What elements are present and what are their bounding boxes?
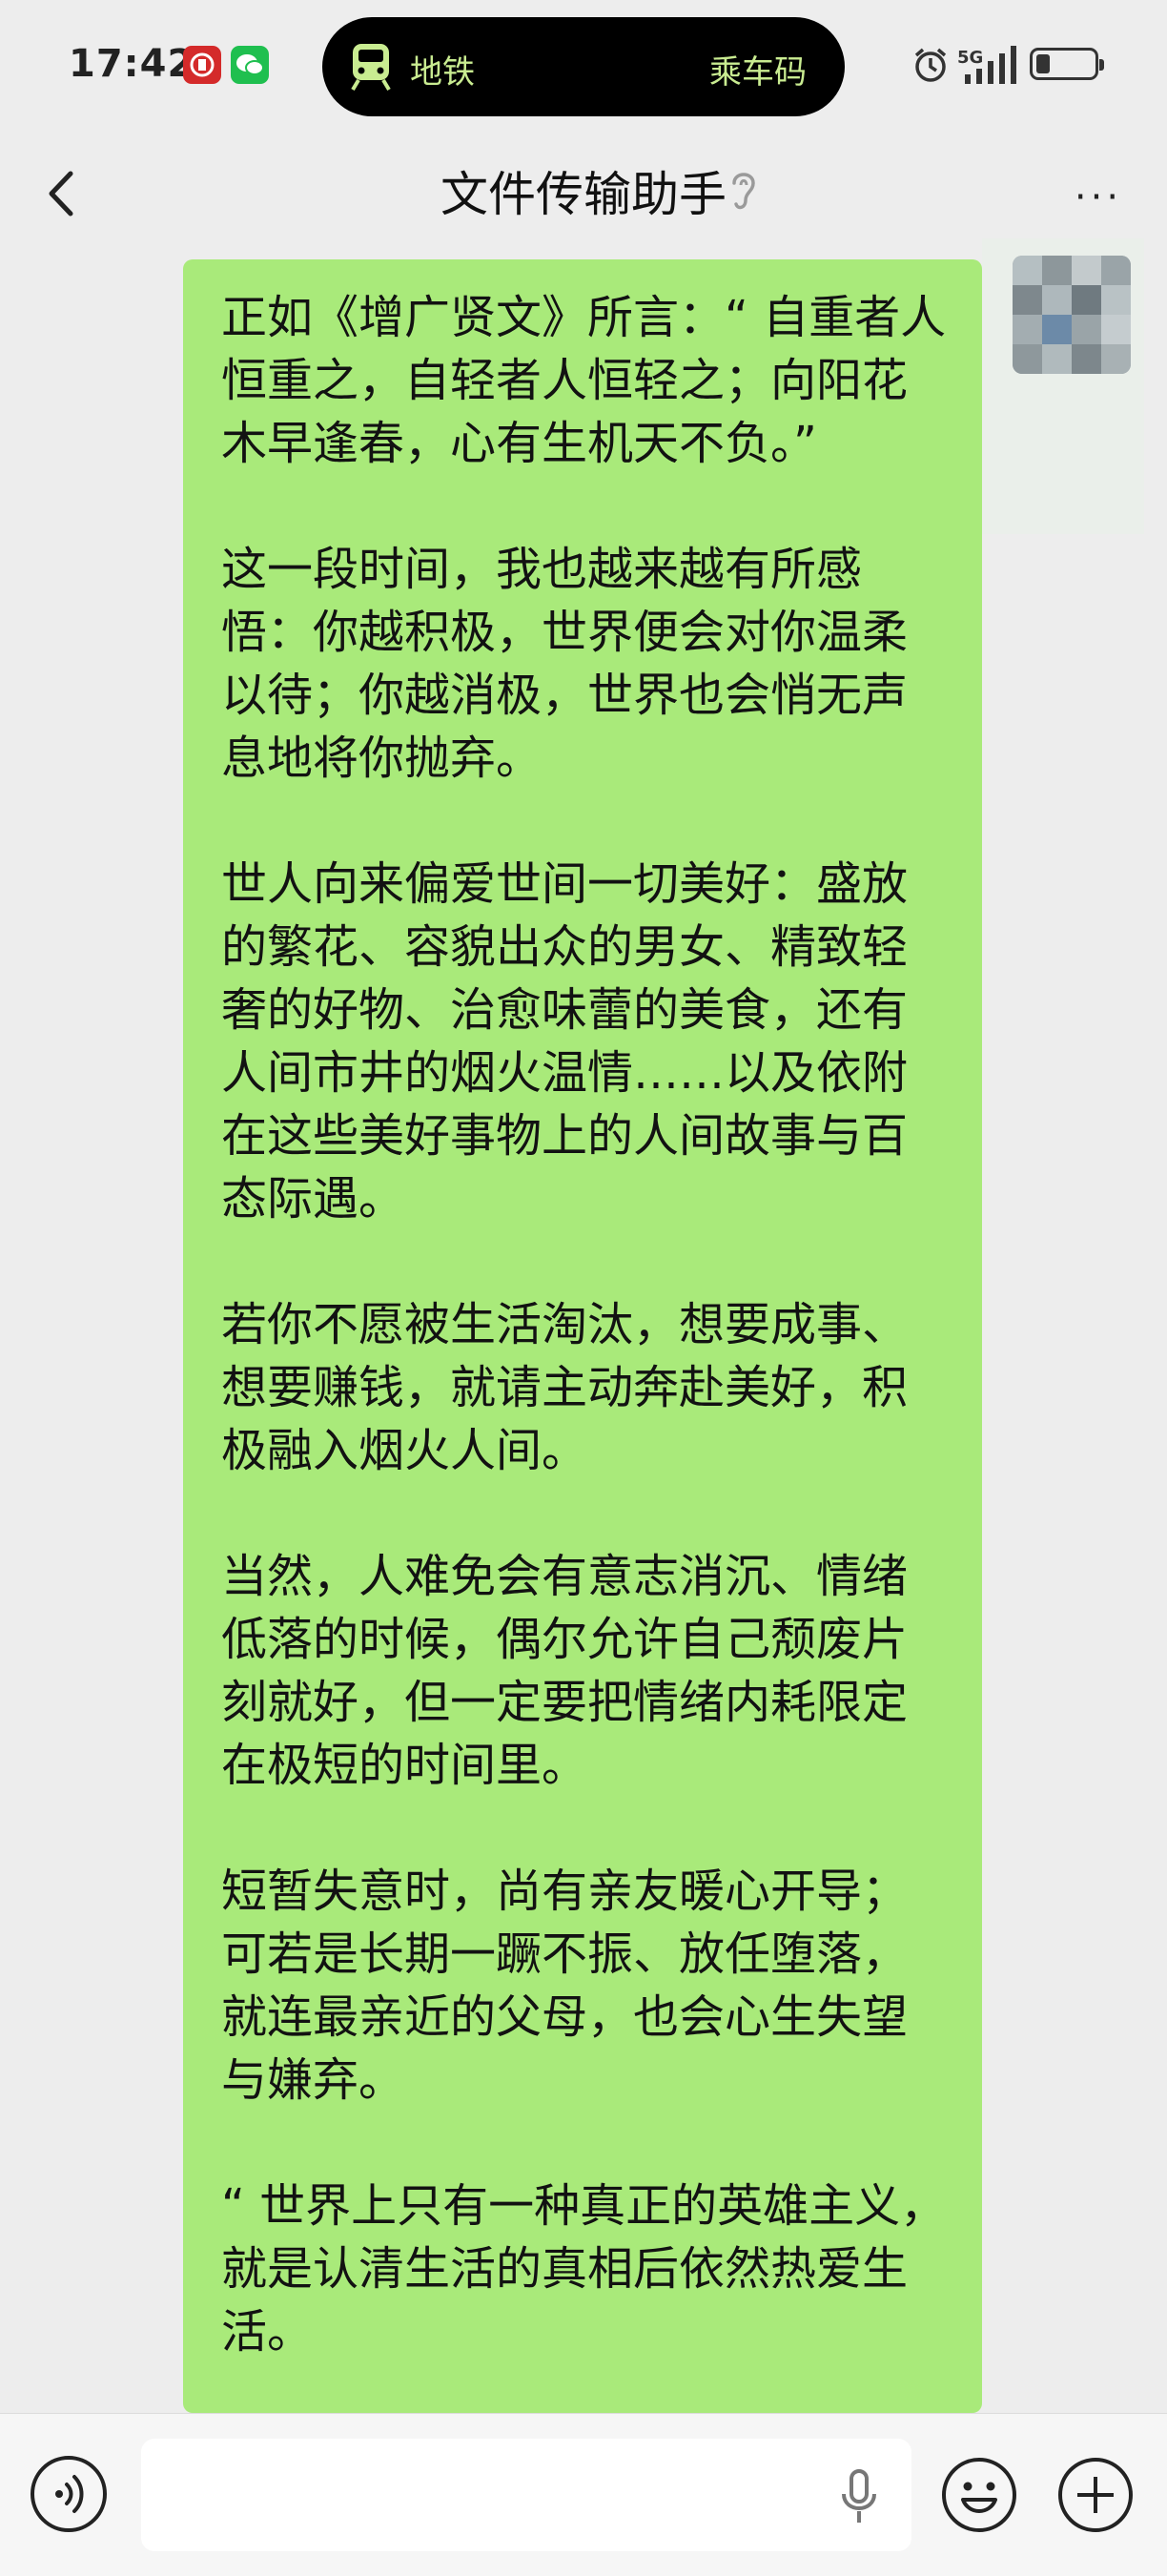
wechat-notification-icon [231,46,269,84]
message-paragraph: 世人向来偏爱世间一切美好：盛放的繁花、容貌出众的男女、精致轻奢的好物、治愈味蕾的… [221,857,909,1226]
metro-train-icon [351,44,391,92]
voice-wave-icon [55,2475,84,2513]
more-options-icon[interactable]: ··· [1068,175,1129,219]
message-bubble[interactable]: 正如《增广贤文》所言：“ 自重者人恒重之，自轻者人恒轻之；向阳花木早逢春，心有生… [183,259,982,2413]
alarm-clock-icon [914,48,947,82]
avatar[interactable] [1013,256,1131,374]
message-paragraph: “ 世界上只有一种真正的英雄主义，就是认清生活的真相后依然热爱生活。 [221,2179,947,2359]
bank-app-notification-icon [183,46,221,84]
message-paragraph: 短暂失意时，尚有亲友暖心开导；可若是长期一蹶不振、放任堕落，就连最亲近的父母，也… [221,1865,909,2107]
message-paragraph: 当然，人难免会有意志消沉、情绪低落的时候，偶尔允许自己颓废片刻就好，但一定要把情… [221,1550,909,1792]
network-type-label: 5G [957,48,983,68]
message-paragraph: 若你不愿被生活淘汰，想要成事、想要赚钱，就请主动奔赴美好，积极融入烟火人间。 [221,1298,909,1477]
message-input[interactable] [141,2439,911,2551]
plus-icon[interactable] [1056,2456,1135,2534]
ride-code-label[interactable]: 乘车码 [709,46,807,93]
metro-label: 地铁 [410,53,475,92]
emoji-icon[interactable] [940,2456,1018,2534]
metro-capsule[interactable]: 地铁 乘车码 [322,17,845,116]
message-paragraph: 正如《增广贤文》所言：“ 自重者人恒重之，自轻者人恒轻之；向阳花木早逢春，心有生… [221,291,947,470]
chat-title: 文件传输助手 [440,167,727,222]
message-paragraph: 这一段时间，我也越来越有所感悟：你越积极，世界便会对你温柔以待；你越消极，世界也… [221,543,909,785]
input-bar [0,2413,1167,2576]
clock-time: 17:42 [69,42,195,86]
cellular-signal-icon: 5G [957,46,1016,84]
microphone-icon[interactable] [837,2467,881,2526]
status-bar: 17:42 地铁 乘车码 5G [0,0,1167,134]
battery-level [1036,54,1050,73]
earpiece-mode-icon [732,173,755,210]
voice-input-button[interactable] [31,2456,107,2532]
battery-icon [1030,48,1104,80]
